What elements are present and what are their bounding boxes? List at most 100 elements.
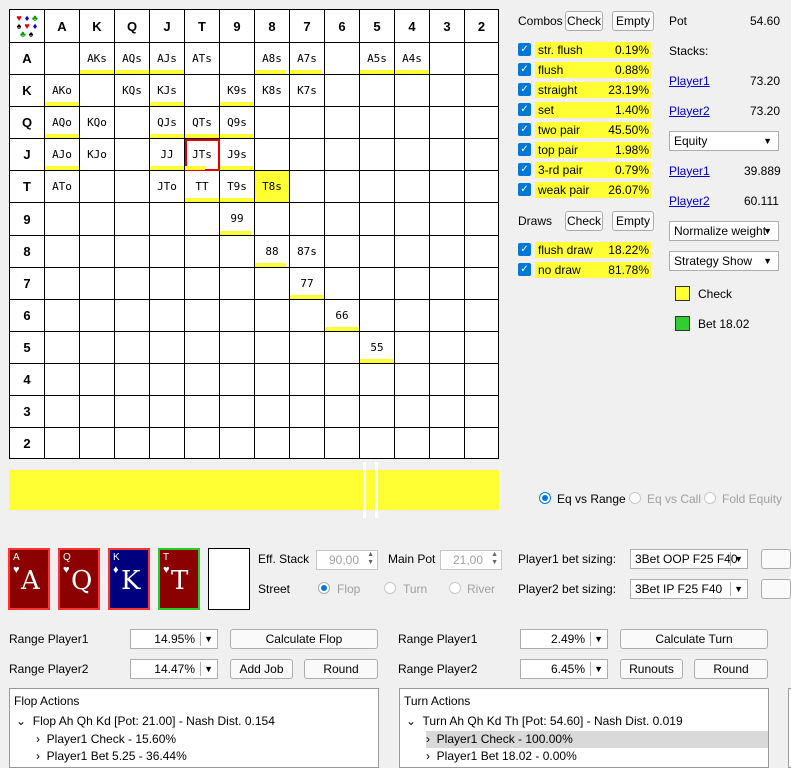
- empty-hand-cell[interactable]: [115, 364, 150, 396]
- main-pot-spinbox[interactable]: 21,00 ▲ ▼: [440, 550, 502, 570]
- empty-hand-cell[interactable]: [290, 203, 325, 236]
- empty-hand-cell[interactable]: [395, 364, 430, 396]
- p2-bet-sizing-edit-button[interactable]: [761, 579, 791, 599]
- empty-hand-cell[interactable]: [465, 43, 499, 75]
- empty-hand-cell[interactable]: [220, 236, 255, 268]
- empty-hand-cell[interactable]: [290, 428, 325, 459]
- chevron-right-icon[interactable]: ›: [426, 732, 430, 746]
- hand-cell[interactable]: K8s: [255, 75, 290, 107]
- empty-hand-cell[interactable]: [150, 332, 185, 364]
- player2-equity-link[interactable]: Player2: [669, 194, 710, 208]
- empty-hand-cell[interactable]: [360, 171, 395, 203]
- fold-equity-radio[interactable]: [704, 492, 716, 504]
- empty-hand-cell[interactable]: [395, 107, 430, 139]
- empty-hand-cell[interactable]: [185, 75, 220, 107]
- hand-cell[interactable]: AKs: [80, 43, 115, 75]
- empty-hand-cell[interactable]: [395, 236, 430, 268]
- hand-cell[interactable]: 55: [360, 332, 395, 364]
- combo-row[interactable]: ✓ straight 23.19%: [518, 82, 651, 98]
- flop-radio[interactable]: [318, 582, 330, 594]
- draws-check-button[interactable]: Check: [565, 211, 603, 231]
- empty-hand-cell[interactable]: [430, 107, 465, 139]
- empty-hand-cell[interactable]: [290, 300, 325, 332]
- empty-hand-cell[interactable]: [465, 236, 499, 268]
- flop-range-p2-select[interactable]: 14.47% ▼: [130, 659, 218, 679]
- empty-hand-cell[interactable]: [220, 428, 255, 459]
- checkbox[interactable]: ✓: [518, 103, 531, 116]
- turn-range-p1-select[interactable]: 2.49% ▼: [520, 629, 608, 649]
- hand-cell[interactable]: K9s: [220, 75, 255, 107]
- empty-hand-cell[interactable]: [430, 428, 465, 459]
- empty-hand-cell[interactable]: [115, 107, 150, 139]
- hand-cell[interactable]: T8s: [255, 171, 290, 203]
- hand-cell[interactable]: KQs: [115, 75, 150, 107]
- turn-round-button[interactable]: Round: [694, 659, 768, 679]
- empty-hand-cell[interactable]: [80, 171, 115, 203]
- hand-cell[interactable]: K7s: [290, 75, 325, 107]
- board-card[interactable]: A ♥ A: [8, 548, 50, 610]
- calculate-turn-button[interactable]: Calculate Turn: [620, 629, 768, 649]
- empty-hand-cell[interactable]: [45, 428, 80, 459]
- empty-hand-cell[interactable]: [430, 171, 465, 203]
- empty-hand-cell[interactable]: [465, 300, 499, 332]
- empty-hand-cell[interactable]: [45, 268, 80, 300]
- empty-hand-cell[interactable]: [360, 428, 395, 459]
- empty-hand-cell[interactable]: [80, 428, 115, 459]
- empty-hand-cell[interactable]: [395, 139, 430, 171]
- empty-hand-cell[interactable]: [395, 268, 430, 300]
- empty-hand-cell[interactable]: [255, 396, 290, 428]
- empty-hand-cell[interactable]: [255, 268, 290, 300]
- combo-row[interactable]: ✓ flush 0.88%: [518, 62, 651, 78]
- turn-range-p2-select[interactable]: 6.45% ▼: [520, 659, 608, 679]
- empty-hand-cell[interactable]: [185, 364, 220, 396]
- empty-hand-cell[interactable]: [45, 300, 80, 332]
- empty-hand-cell[interactable]: [465, 268, 499, 300]
- combo-row[interactable]: ✓ two pair 45.50%: [518, 122, 651, 138]
- empty-hand-cell[interactable]: [430, 268, 465, 300]
- hand-cell[interactable]: JTo: [150, 171, 185, 203]
- empty-hand-cell[interactable]: [115, 236, 150, 268]
- draw-row[interactable]: ✓ flush draw 18.22%: [518, 242, 651, 258]
- board-card[interactable]: T ♥ T: [158, 548, 200, 610]
- checkbox[interactable]: ✓: [518, 43, 531, 56]
- empty-hand-cell[interactable]: [360, 139, 395, 171]
- empty-hand-cell[interactable]: [45, 332, 80, 364]
- empty-card-slot[interactable]: [208, 548, 250, 610]
- eff-stack-spinbox[interactable]: 90,00 ▲ ▼: [316, 550, 378, 570]
- empty-hand-cell[interactable]: [80, 364, 115, 396]
- player1-equity-link[interactable]: Player1: [669, 164, 710, 178]
- empty-hand-cell[interactable]: [325, 332, 360, 364]
- empty-hand-cell[interactable]: [395, 332, 430, 364]
- empty-hand-cell[interactable]: [185, 300, 220, 332]
- eq-vs-call-radio[interactable]: [629, 492, 641, 504]
- empty-hand-cell[interactable]: [430, 203, 465, 236]
- flop-round-button[interactable]: Round: [304, 659, 378, 679]
- empty-hand-cell[interactable]: [80, 332, 115, 364]
- empty-hand-cell[interactable]: [150, 300, 185, 332]
- empty-hand-cell[interactable]: [395, 428, 430, 459]
- empty-hand-cell[interactable]: [360, 75, 395, 107]
- checkbox[interactable]: ✓: [518, 263, 531, 276]
- empty-hand-cell[interactable]: [430, 364, 465, 396]
- hand-cell[interactable]: JJ: [150, 139, 185, 171]
- empty-hand-cell[interactable]: [115, 300, 150, 332]
- combo-row[interactable]: ✓ top pair 1.98%: [518, 142, 651, 158]
- checkbox[interactable]: ✓: [518, 143, 531, 156]
- empty-hand-cell[interactable]: [465, 171, 499, 203]
- hand-cell[interactable]: J9s: [220, 139, 255, 171]
- hand-cell[interactable]: A4s: [395, 43, 430, 75]
- empty-hand-cell[interactable]: [325, 236, 360, 268]
- checkbox[interactable]: ✓: [518, 183, 531, 196]
- empty-hand-cell[interactable]: [360, 396, 395, 428]
- empty-hand-cell[interactable]: [115, 396, 150, 428]
- combo-row[interactable]: ✓ set 1.40%: [518, 102, 651, 118]
- hand-cell[interactable]: QJs: [150, 107, 185, 139]
- empty-hand-cell[interactable]: [395, 396, 430, 428]
- flop-actions-root[interactable]: ⌄ Flop Ah Qh Kd [Pot: 21.00] - Nash Dist…: [16, 714, 275, 728]
- hand-cell[interactable]: 77: [290, 268, 325, 300]
- hand-cell[interactable]: JTs: [185, 139, 220, 171]
- empty-hand-cell[interactable]: [80, 300, 115, 332]
- checkbox[interactable]: ✓: [518, 243, 531, 256]
- hand-cell[interactable]: AKo: [45, 75, 80, 107]
- p1-bet-sizing-select[interactable]: 3Bet OOP F25 F40 ▼: [630, 549, 748, 569]
